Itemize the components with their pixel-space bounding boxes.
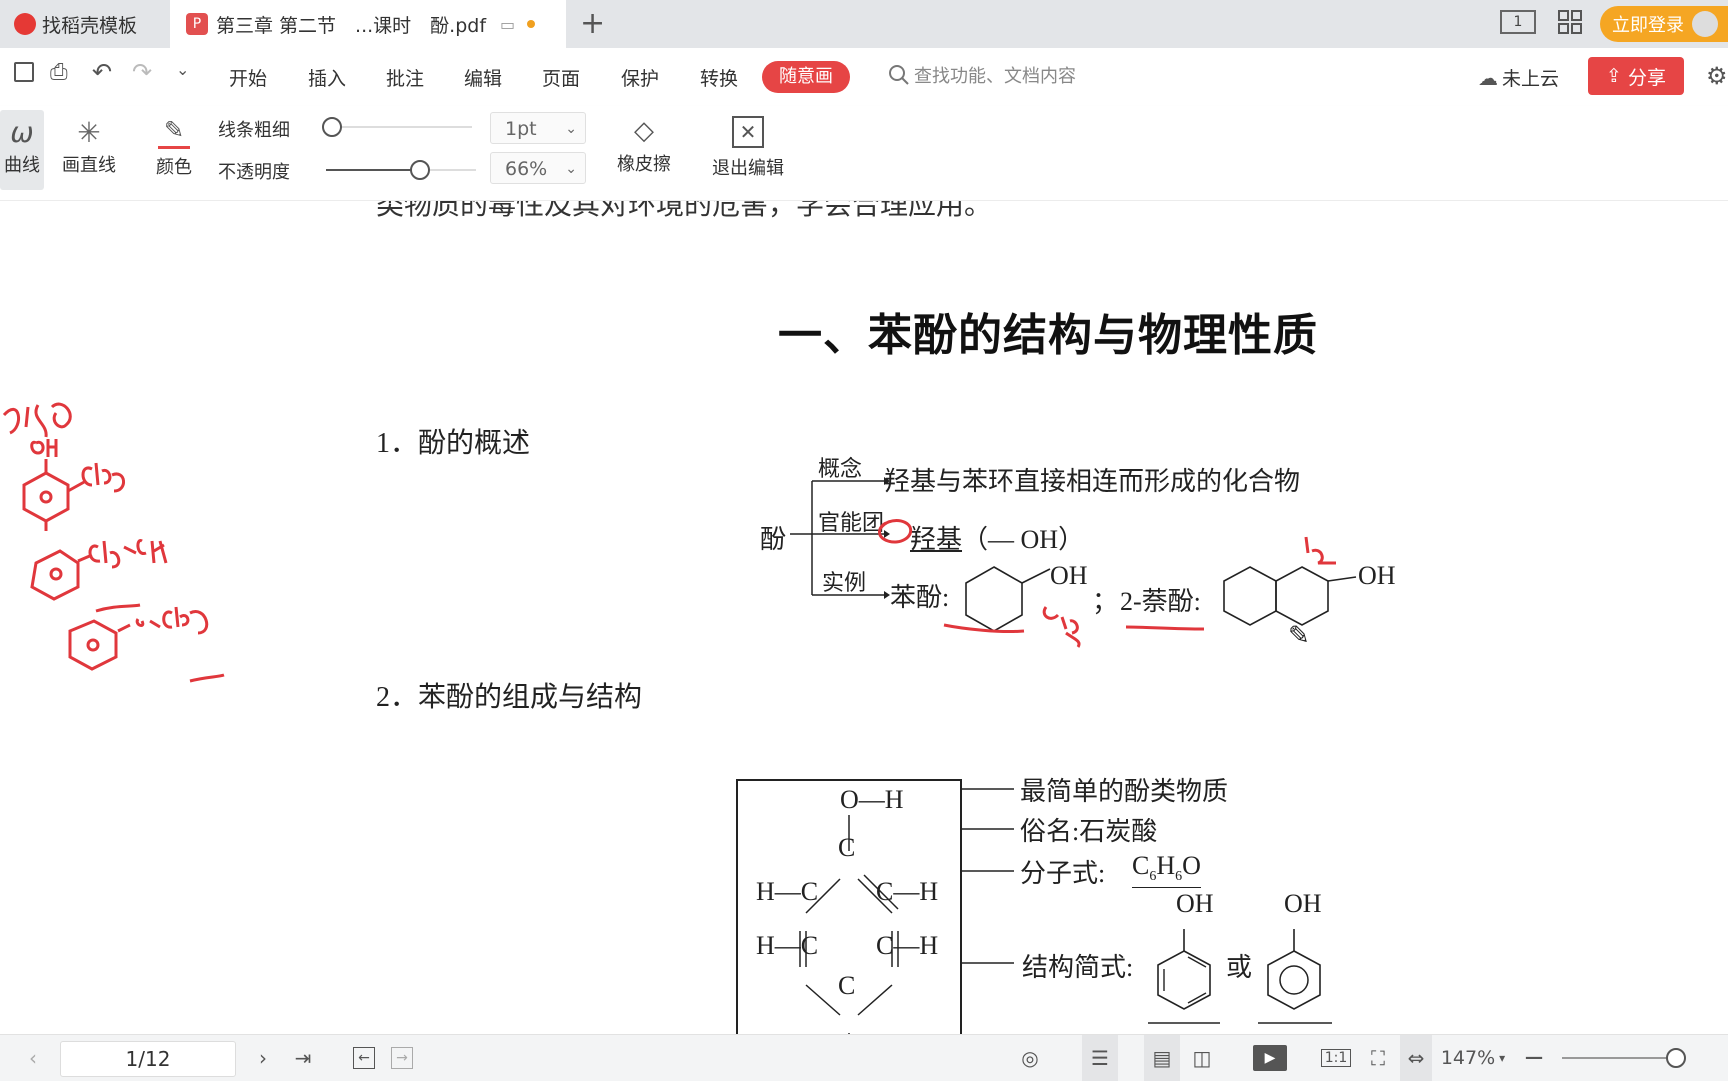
- unsaved-dot-icon: [527, 20, 536, 28]
- opacity-select[interactable]: 66% ⌄: [490, 152, 586, 184]
- back-icon[interactable]: ←: [350, 1035, 378, 1081]
- tab-bar: 找稻壳模板 P 第三章 第二节 ...课时 酚.pdf ▭ + 1 立即登录: [0, 0, 1728, 48]
- opacity-slider[interactable]: [326, 160, 476, 180]
- login-button[interactable]: 立即登录: [1600, 6, 1728, 42]
- menu-page[interactable]: 页面: [542, 64, 580, 91]
- opacity-label: 不透明度: [218, 162, 290, 183]
- status-bar: ‹ 1/12 › ⇥ ← → ◎ ☰ ▤ ◫ ▶ 1:1 ⛶ ⇔ 147% ▾ −: [0, 1034, 1728, 1081]
- opacity-slider-handle[interactable]: [410, 160, 430, 180]
- menu-protect[interactable]: 保护: [621, 64, 659, 91]
- zoom-out-icon[interactable]: −: [1522, 1035, 1546, 1081]
- zoom-slider[interactable]: [1562, 1048, 1686, 1068]
- line-burst-icon: ✳: [77, 116, 101, 149]
- color-tool[interactable]: ✎ 颜色: [144, 116, 204, 179]
- cloud-status[interactable]: ☁ 未上云: [1478, 64, 1559, 91]
- close-box-icon: ✕: [732, 116, 764, 148]
- color-swatch: [158, 146, 190, 149]
- menu-start[interactable]: 开始: [229, 64, 267, 91]
- menu-convert[interactable]: 转换: [700, 64, 738, 91]
- cloud-icon: ☁: [1478, 65, 1498, 90]
- print-icon[interactable]: ⎙: [50, 60, 68, 85]
- chevron-down-icon: ⌄: [565, 121, 577, 137]
- continuous-view-icon[interactable]: ▤: [1144, 1035, 1180, 1081]
- grid-apps-icon[interactable]: [1558, 10, 1582, 34]
- forward-icon[interactable]: →: [388, 1035, 416, 1081]
- menu-freehand-active[interactable]: 随意画: [762, 61, 850, 93]
- quick-access-dropdown-icon[interactable]: ⌄: [176, 60, 189, 79]
- eraser-icon: ◇: [634, 116, 654, 146]
- search-icon: [889, 65, 909, 85]
- wps-logo-icon: [14, 13, 36, 35]
- tab-label: 找稻壳模板: [42, 14, 138, 37]
- page-input[interactable]: 1/12: [60, 1041, 236, 1077]
- line-tool[interactable]: ✳ 画直线: [56, 116, 122, 177]
- settings-icon[interactable]: ⚙: [1706, 62, 1728, 90]
- search-placeholder: 查找功能、文档内容: [914, 66, 1076, 87]
- avatar: [1692, 11, 1718, 37]
- thickness-select[interactable]: 1pt ⌄: [490, 112, 586, 144]
- eraser-tool[interactable]: ◇ 橡皮擦: [604, 116, 684, 176]
- prev-page-icon[interactable]: ‹: [18, 1035, 48, 1081]
- fit-page-icon[interactable]: ⛶: [1362, 1035, 1394, 1081]
- share-icon: ⇪: [1606, 65, 1622, 87]
- handwritten-annotations: [2, 402, 1336, 683]
- search-box[interactable]: 查找功能、文档内容: [888, 62, 1076, 88]
- menu-annotate[interactable]: 批注: [386, 64, 424, 91]
- zoom-slider-handle[interactable]: [1666, 1048, 1686, 1068]
- next-page-icon[interactable]: ›: [248, 1035, 278, 1081]
- thickness-slider-handle[interactable]: [322, 117, 342, 137]
- tab-pdf-document[interactable]: P 第三章 第二节 ...课时 酚.pdf ▭: [170, 0, 566, 48]
- pencil-icon: ✎: [163, 116, 185, 144]
- menu-edit[interactable]: 编辑: [464, 64, 502, 91]
- single-page-view-icon[interactable]: ☰: [1082, 1035, 1118, 1081]
- curve-tool[interactable]: ω 曲线: [0, 116, 44, 177]
- pdf-icon: P: [186, 13, 208, 35]
- eye-protection-icon[interactable]: ◎: [1010, 1035, 1050, 1081]
- draw-ribbon: ω 曲线 ✳ 画直线 ✎ 颜色 线条粗细 不透明度 1pt ⌄ 66% ⌄ ◇ …: [0, 106, 1728, 201]
- last-page-icon[interactable]: ⇥: [288, 1035, 318, 1081]
- undo-icon[interactable]: ↶: [92, 58, 112, 86]
- monitor-icon[interactable]: ▭: [500, 15, 515, 34]
- actual-size-icon[interactable]: 1:1: [1320, 1035, 1352, 1081]
- pen-cursor-icon: ✎: [1288, 621, 1310, 651]
- curve-icon: ω: [10, 116, 34, 149]
- document-page: 类物质的毒性及其对环境的危害，学会合理应用。 一、苯酚的结构与物理性质 1．酚的…: [0, 201, 1728, 1034]
- play-slideshow-icon[interactable]: ▶: [1250, 1035, 1290, 1081]
- two-page-view-icon[interactable]: ◫: [1184, 1035, 1220, 1081]
- exit-edit-button[interactable]: ✕ 退出编辑: [706, 116, 790, 180]
- share-button[interactable]: ⇪ 分享: [1588, 57, 1684, 95]
- chevron-down-icon: ⌄: [565, 161, 577, 177]
- tab-label: 第三章 第二节 ...课时 酚.pdf: [216, 14, 487, 37]
- zoom-select[interactable]: 147% ▾: [1436, 1035, 1510, 1081]
- save-icon[interactable]: [14, 62, 34, 82]
- new-tab-button[interactable]: +: [580, 6, 605, 41]
- tab-template[interactable]: 找稻壳模板: [0, 0, 168, 48]
- page-view-icon[interactable]: 1: [1500, 10, 1536, 34]
- thickness-label: 线条粗细: [218, 120, 290, 141]
- thickness-slider[interactable]: [322, 117, 472, 137]
- fit-width-icon[interactable]: ⇔: [1400, 1035, 1432, 1081]
- menu-insert[interactable]: 插入: [308, 64, 346, 91]
- redo-icon[interactable]: ↷: [132, 58, 152, 86]
